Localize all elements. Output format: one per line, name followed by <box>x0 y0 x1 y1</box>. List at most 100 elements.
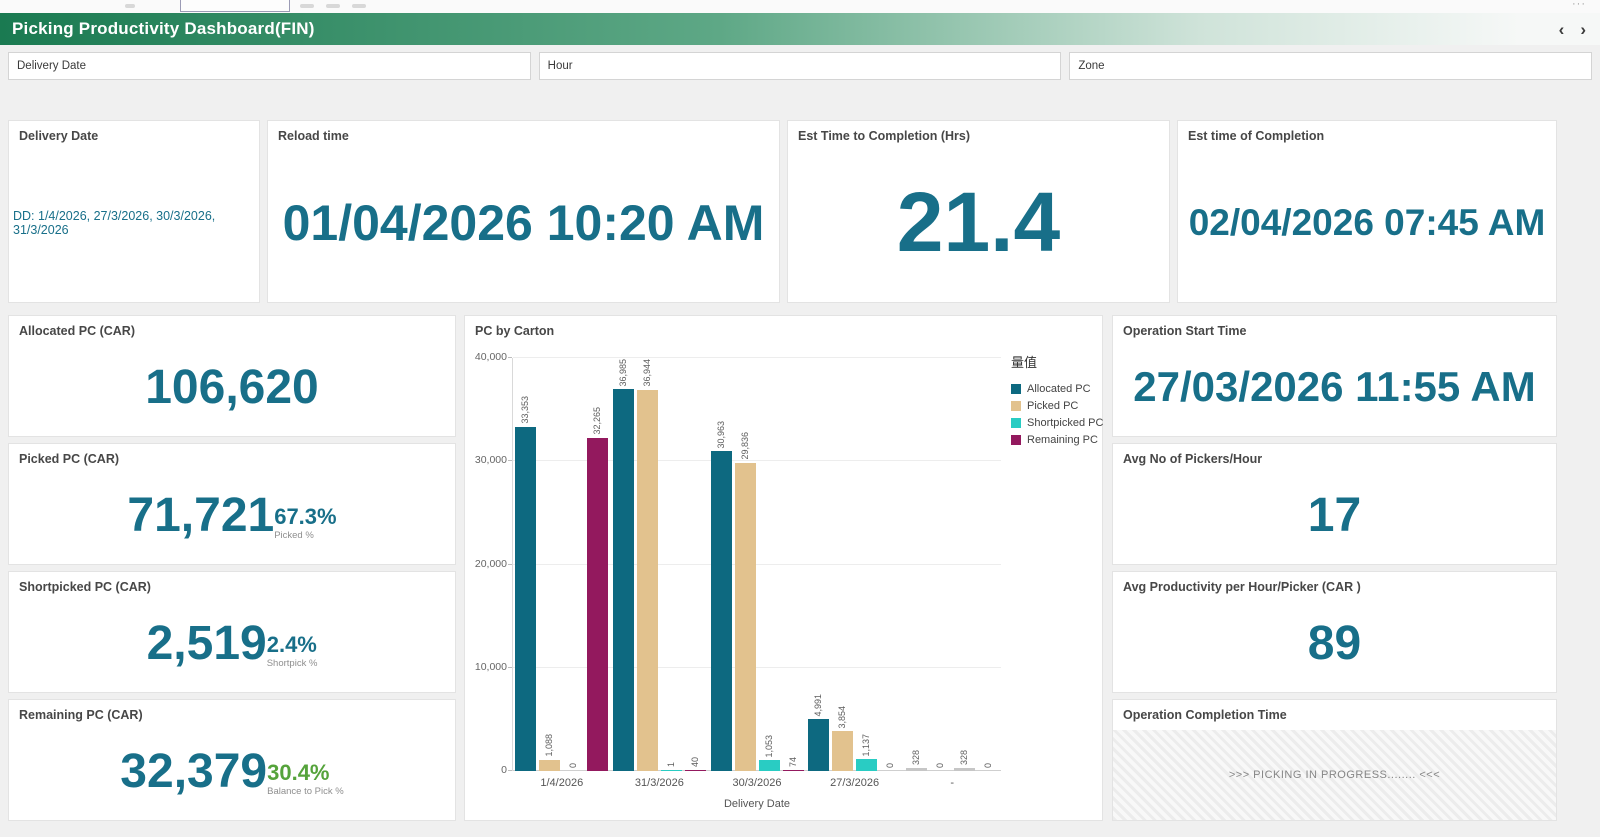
legend-item-allocated-pc[interactable]: Allocated PC <box>1011 380 1101 397</box>
kpi-card-picked-pc: Picked PC (CAR) 71,721 67.3% Picked % <box>8 443 456 565</box>
bar-allocated-pc[interactable] <box>905 767 927 771</box>
bar-value-label: 40 <box>689 756 700 767</box>
legend-label: Shortpicked PC <box>1027 416 1104 429</box>
bar-shortpicked-pc[interactable] <box>953 767 975 771</box>
x-category-label: - <box>950 777 955 789</box>
bar-picked-pc[interactable] <box>734 462 756 771</box>
kpi-value: 71,721 <box>127 488 275 542</box>
legend-item-shortpicked-pc[interactable]: Shortpicked PC <box>1011 414 1104 431</box>
kpi-title: Picked PC (CAR) <box>19 452 120 466</box>
legend-label: Picked PC <box>1027 399 1079 412</box>
next-sheet-button[interactable]: › <box>1580 21 1586 38</box>
kpi-card-allocated-pc: Allocated PC (CAR) 106,620 <box>8 315 456 437</box>
chart-ylabels: 0 10,000 20,000 30,000 40,000 <box>465 351 509 776</box>
chart-legend: 量值 Allocated PC Picked PC Shortpicked PC Re… <box>1011 352 1104 448</box>
y-axis-tick <box>508 460 512 462</box>
bar-value-label: 32,265 <box>592 407 603 435</box>
kpi-title: Shortpicked PC (CAR) <box>19 580 151 594</box>
gridline <box>513 563 1001 565</box>
chrome-artifact <box>125 4 135 8</box>
bar-picked-pc[interactable] <box>832 731 854 771</box>
bar-remaining-pc[interactable] <box>684 769 706 771</box>
kpi-title: Operation Completion Time <box>1123 708 1287 722</box>
x-category-label: 30/3/2026 <box>732 777 782 789</box>
bar-allocated-pc[interactable] <box>710 451 732 771</box>
kpi-card-est-time-to-completion: Est Time to Completion (Hrs) 21.4 <box>787 120 1170 303</box>
sheet-header: Picking Productivity Dashboard(FIN) ‹ › <box>0 13 1600 45</box>
kpi-percent: 2.4% <box>266 631 317 657</box>
prev-sheet-button[interactable]: ‹ <box>1559 21 1565 38</box>
kpi-percent-label: Picked % <box>274 529 314 541</box>
x-category-label: 31/3/2026 <box>634 777 684 789</box>
kpi-card-remaining-pc: Remaining PC (CAR) 32,379 30.4% Balance … <box>8 699 456 821</box>
kpi-title: Operation Start Time <box>1123 324 1247 338</box>
filter-delivery-date[interactable]: Delivery Date <box>8 52 531 80</box>
filter-zone[interactable]: Zone <box>1069 52 1593 80</box>
kpi-value: DD: 1/4/2026, 27/3/2026, 30/3/2026, 31/3… <box>13 208 216 237</box>
kpi-value: 02/04/2026 07:45 AM <box>1188 201 1546 243</box>
bar-allocated-pc[interactable] <box>808 719 830 771</box>
y-tick-label: 30,000 <box>474 454 507 467</box>
bar-picked-pc[interactable] <box>636 389 658 771</box>
x-axis-title: Delivery Date <box>723 798 791 810</box>
kpi-card-avg-productivity: Avg Productivity per Hour/Picker (CAR ) … <box>1112 571 1557 693</box>
overflow-dots-icon[interactable]: ··· <box>1572 0 1586 10</box>
legend-swatch <box>1011 383 1021 394</box>
filter-bar: Delivery Date Hour Zone <box>0 45 1600 80</box>
kpi-percent: 30.4% <box>267 759 330 785</box>
filter-label: Delivery Date <box>17 60 87 72</box>
chart-xlabels: 1/4/2026 31/3/2026 30/3/2026 27/3/2026 - <box>513 777 1001 793</box>
filter-label: Hour <box>547 60 573 72</box>
chart-body: PC by Carton 0 10,000 20,000 30,000 40,000 3… <box>465 316 1104 820</box>
bar-allocated-pc[interactable] <box>515 426 537 771</box>
kpi-card-delivery-date: Delivery Date DD: 1/4/2026, 27/3/2026, 3… <box>8 120 260 303</box>
kpi-card-shortpicked-pc: Shortpicked PC (CAR) 2,519 2.4% Shortpic… <box>8 571 456 693</box>
kpi-card-est-time-of-completion: Est time of Completion 02/04/2026 07:45 … <box>1177 120 1557 303</box>
kpi-value: 106,620 <box>145 360 319 414</box>
kpi-percent-label: Shortpick % <box>266 657 318 669</box>
kpi-title: Avg No of Pickers/Hour <box>1123 452 1263 466</box>
filter-hour[interactable]: Hour <box>538 52 1062 80</box>
bar-remaining-pc[interactable] <box>587 437 609 771</box>
legend-item-remaining-pc[interactable]: Remaining PC <box>1011 431 1101 448</box>
chart-title: PC by Carton <box>475 324 555 338</box>
bar-value-label: 1,053 <box>763 734 774 758</box>
bar-value-label: 4,991 <box>813 693 824 717</box>
bar-shortpicked-pc[interactable] <box>660 769 682 771</box>
bar-value-label: 0 <box>934 762 945 768</box>
bar-remaining-pc[interactable] <box>782 769 804 771</box>
y-axis-line <box>512 358 513 771</box>
legend-item-picked-pc[interactable]: Picked PC <box>1011 397 1101 414</box>
x-category-label: 1/4/2026 <box>540 777 584 789</box>
x-category-label: 27/3/2026 <box>830 777 880 789</box>
kpi-title: Reload time <box>278 129 349 143</box>
chrome-tab-box <box>180 0 290 12</box>
picking-progress-banner: >>> PICKING IN PROGRESS........ <<< <box>1113 730 1556 820</box>
bar-picked-pc[interactable] <box>539 759 561 771</box>
gridline <box>513 460 1001 462</box>
kpi-title: Delivery Date <box>19 129 99 143</box>
kpi-title: Avg Productivity per Hour/Picker (CAR ) <box>1123 580 1361 594</box>
kpi-title: Allocated PC (CAR) <box>19 324 135 338</box>
bar-value-label: 30,963 <box>715 420 726 449</box>
kpi-title: Est time of Completion <box>1188 129 1325 143</box>
kpi-card-operation-completion-time: Operation Completion Time >>> PICKING IN… <box>1112 699 1557 821</box>
bar-allocated-pc[interactable] <box>612 389 634 771</box>
x-axis-line <box>513 770 1001 771</box>
bar-shortpicked-pc[interactable] <box>758 760 780 771</box>
bar-value-label: 0 <box>885 762 896 768</box>
gridline <box>513 666 1001 668</box>
kpi-value: 89 <box>1307 616 1362 670</box>
kpi-percent-label: Balance to Pick % <box>267 785 344 797</box>
bar-shortpicked-pc[interactable] <box>856 759 878 771</box>
chrome-artifact <box>326 4 340 8</box>
y-tick-label: 40,000 <box>474 351 507 363</box>
bar-value-label: 328 <box>910 749 921 765</box>
chart-plot: 33,353 1,088 0 32,265 36,985 36,944 1 40 30,963 2… <box>508 357 1001 771</box>
legend-label: Remaining PC <box>1027 433 1098 446</box>
bar-value-label: 1 <box>665 761 676 767</box>
bar-value-label: 1,137 <box>861 733 872 757</box>
y-tick-label: 20,000 <box>474 557 507 570</box>
bar-value-label: 33,353 <box>520 396 531 424</box>
kpi-value: 32,379 <box>120 744 268 798</box>
